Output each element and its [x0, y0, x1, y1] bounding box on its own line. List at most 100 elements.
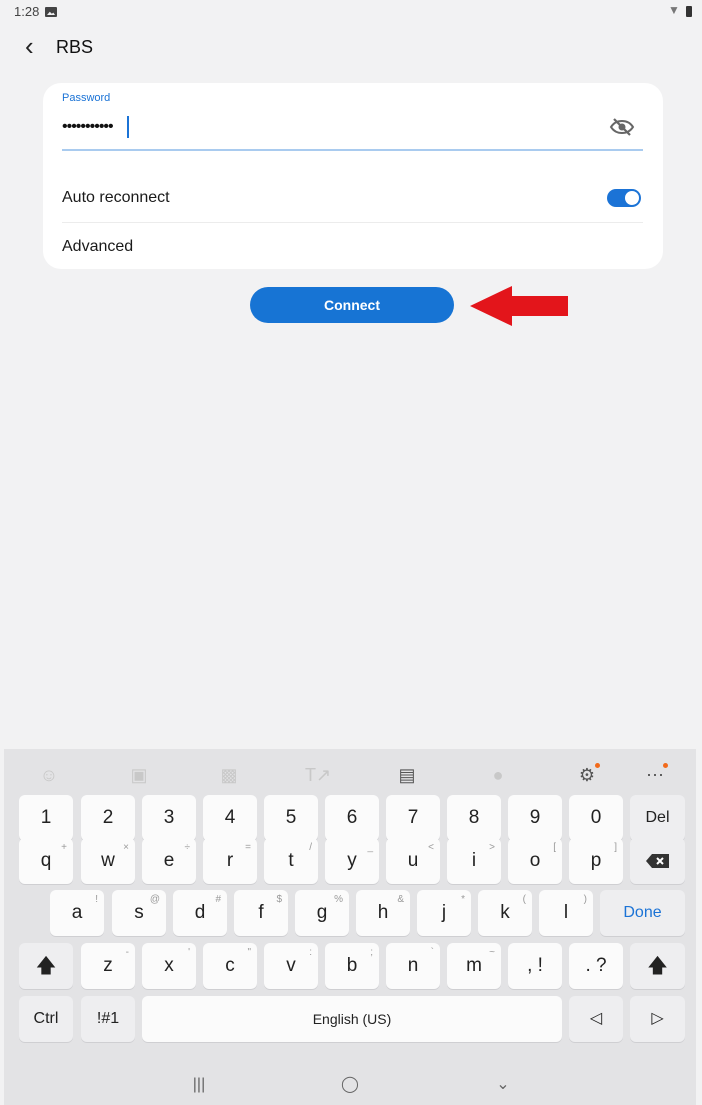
key-d[interactable]: d # [173, 890, 227, 936]
text-style-icon[interactable]: T↗ [303, 763, 333, 787]
emoji-icon[interactable]: ☺ [34, 763, 64, 787]
period-key[interactable]: . ? [569, 943, 623, 989]
key-h-secondary: & [397, 894, 404, 905]
key-a-secondary: ! [95, 894, 98, 905]
password-input[interactable] [62, 113, 582, 141]
auto-reconnect-label: Auto reconnect [62, 189, 170, 206]
period-key-label: . ? [585, 955, 607, 976]
recent-apps-icon[interactable]: ||| [189, 1075, 209, 1095]
key-2[interactable]: 2 [81, 795, 135, 841]
auto-reconnect-toggle[interactable] [607, 189, 641, 207]
key-0[interactable]: 0 [569, 795, 623, 841]
key-o[interactable]: o[ [508, 838, 562, 884]
key-i[interactable]: i > [447, 838, 501, 884]
key-z[interactable]: z- [81, 943, 135, 989]
key-s[interactable]: s @ [112, 890, 166, 936]
key-w[interactable]: w × [81, 838, 135, 884]
key-j-label: j [441, 902, 447, 923]
cursor-left-key[interactable]: ◁ [569, 996, 623, 1042]
settings-icon[interactable]: ⚙ [572, 763, 602, 787]
key-p-label: p [590, 850, 602, 871]
key-t[interactable]: t / [264, 838, 318, 884]
key-b[interactable]: b; [325, 943, 379, 989]
delete-key[interactable]: Del [630, 795, 685, 841]
key-u[interactable]: u < [386, 838, 440, 884]
key-e-label: e [163, 850, 175, 871]
mic-icon[interactable]: ● [483, 763, 513, 787]
shift-left-key[interactable]: 🡅 [19, 943, 73, 989]
connect-button[interactable]: Connect [250, 287, 454, 323]
key-1[interactable]: 1 [19, 795, 73, 841]
key-x[interactable]: x ' [142, 943, 196, 989]
key-m-label: m [466, 955, 482, 976]
key-r-label: r [226, 850, 234, 871]
key-7[interactable]: 7 [386, 795, 440, 841]
back-chevron-icon[interactable]: ⌄ [493, 1075, 513, 1095]
key-a-label: a [71, 902, 83, 923]
key-r[interactable]: r = [203, 838, 257, 884]
key-k-label: k [500, 902, 510, 923]
shift-icon: 🡅 [647, 955, 668, 977]
symbols-key[interactable]: !#1 [81, 996, 135, 1042]
space-bar[interactable]: English (US) [142, 996, 562, 1042]
key-a[interactable]: a! [50, 890, 104, 936]
key-6-label: 6 [346, 807, 358, 828]
key-q[interactable]: q + [19, 838, 73, 884]
key-6[interactable]: 6 [325, 795, 379, 841]
key-8[interactable]: 8 [447, 795, 501, 841]
key-9-label: 9 [529, 807, 541, 828]
key-h[interactable]: h & [356, 890, 410, 936]
comma-key[interactable]: , ! [508, 943, 562, 989]
key-n[interactable]: n ` [386, 943, 440, 989]
more-badge [663, 763, 668, 768]
key-4[interactable]: 4 [203, 795, 257, 841]
done-key[interactable]: Done [600, 890, 685, 936]
key-e-secondary: ÷ [184, 842, 191, 853]
key-9[interactable]: 9 [508, 795, 562, 841]
key-8-label: 8 [468, 807, 480, 828]
ctrl-key-label: Ctrl [33, 1010, 59, 1027]
shift-right-key[interactable]: 🡅 [630, 943, 685, 989]
gif-icon[interactable]: ▩ [214, 763, 244, 787]
key-l-secondary: ) [583, 894, 587, 905]
shift-icon: 🡅 [35, 955, 57, 977]
key-l[interactable]: l) [539, 890, 593, 936]
key-j-secondary: * [461, 894, 465, 905]
cursor-right-key[interactable]: ▷ [630, 996, 685, 1042]
navigation-bar: ||| ◯ ⌄ [4, 1049, 696, 1105]
sticker-icon[interactable]: ▣ [124, 763, 154, 787]
key-i-secondary: > [489, 842, 495, 853]
key-z-label: z [103, 955, 113, 976]
ctrl-key[interactable]: Ctrl [19, 996, 73, 1042]
key-y[interactable]: y _ [325, 838, 379, 884]
key-g[interactable]: g% [295, 890, 349, 936]
wifi-signal-icon: ▼ [668, 3, 680, 17]
key-v-label: v [286, 955, 296, 976]
advanced-option[interactable]: Advanced [62, 238, 133, 256]
on-screen-keyboard: ☺ ▣ ▩ T↗ ▤ ● ⚙ ⋯ 1 2 3 4 5 6 7 8 9 0 Del q + w × e ÷ r = t /… [4, 749, 696, 1049]
key-e[interactable]: e ÷ [142, 838, 196, 884]
key-v-secondary: : [309, 947, 312, 958]
key-b-secondary: ; [370, 947, 373, 958]
key-k[interactable]: k( [478, 890, 532, 936]
key-v[interactable]: v: [264, 943, 318, 989]
key-c[interactable]: c " [203, 943, 257, 989]
key-3[interactable]: 3 [142, 795, 196, 841]
key-f-label: f [258, 902, 264, 923]
key-m[interactable]: m ~ [447, 943, 501, 989]
more-icon[interactable]: ⋯ [640, 763, 670, 787]
clipboard-icon[interactable]: ▤ [392, 763, 422, 787]
key-u-secondary: < [428, 842, 434, 853]
back-arrow-icon[interactable]: ‹ [25, 33, 49, 59]
key-5[interactable]: 5 [264, 795, 318, 841]
space-bar-label: English (US) [312, 1011, 392, 1027]
home-icon[interactable]: ◯ [340, 1075, 360, 1095]
key-j[interactable]: j * [417, 890, 471, 936]
hide-password-eye-icon[interactable] [609, 116, 635, 138]
key-p[interactable]: p] [569, 838, 623, 884]
key-f[interactable]: f $ [234, 890, 288, 936]
cursor-left-icon: ◁ [589, 1010, 603, 1027]
key-2-label: 2 [102, 807, 114, 828]
backspace-key[interactable] [630, 838, 685, 884]
key-i-label: i [471, 850, 477, 871]
